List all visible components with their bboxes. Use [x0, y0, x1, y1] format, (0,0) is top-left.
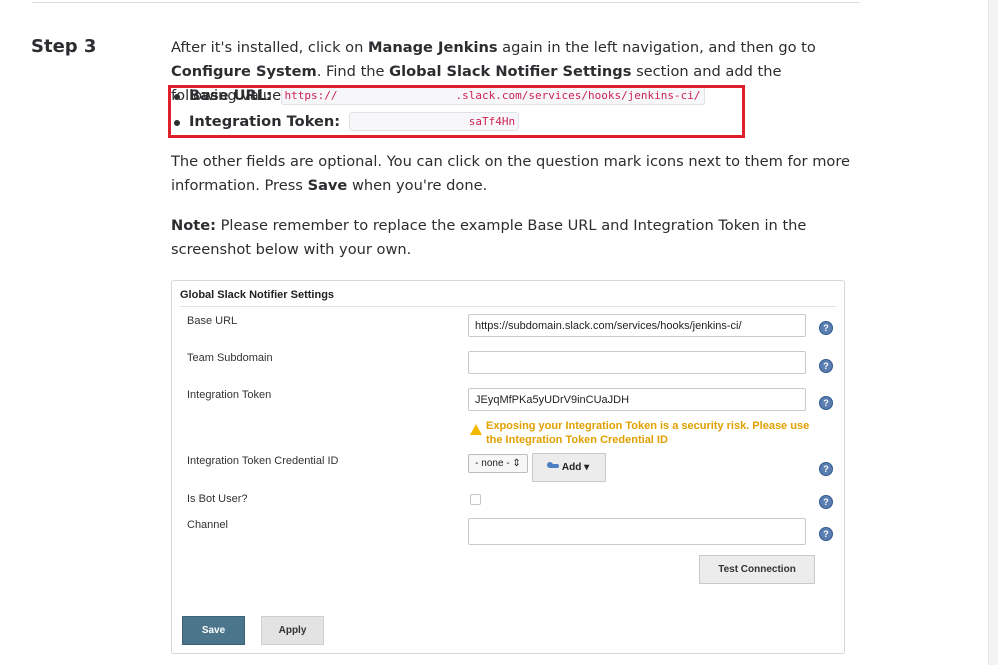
- save-label: Save: [307, 177, 348, 194]
- global-slack-settings-label: Global Slack Notifier Settings: [389, 63, 632, 80]
- note-label: Note:: [171, 217, 216, 234]
- bot-user-checkbox[interactable]: [470, 494, 481, 505]
- highlight-box: [168, 85, 745, 138]
- warning-text: Exposing your Integration Token is a sec…: [486, 420, 810, 446]
- configure-system-label: Configure System: [171, 63, 317, 80]
- channel-field-label: Channel: [187, 519, 228, 531]
- text-run: The other fields are optional. You can c…: [171, 153, 851, 194]
- bot-user-field-label: Is Bot User?: [187, 493, 248, 505]
- panel-title: Global Slack Notifier Settings: [180, 289, 335, 301]
- manage-jenkins-label: Manage Jenkins: [367, 39, 498, 56]
- help-icon[interactable]: ?: [819, 495, 833, 509]
- text-run: . Find the: [316, 63, 390, 80]
- step-label: Step 3: [31, 36, 97, 57]
- scrollbar[interactable]: [988, 0, 998, 665]
- base-url-field-label: Base URL: [187, 315, 238, 327]
- caret-down-icon: ▾: [584, 462, 590, 473]
- team-subdomain-input[interactable]: [468, 351, 806, 374]
- note-text: Please remember to replace the example B…: [171, 217, 807, 258]
- jenkins-settings-panel: Global Slack Notifier Settings Base URL …: [171, 280, 845, 654]
- save-button[interactable]: Save: [182, 616, 245, 645]
- text-run: when you're done.: [347, 177, 488, 194]
- top-divider: [32, 2, 860, 3]
- instruction-paragraph: After it's installed, click on Manage Je…: [171, 36, 851, 104]
- credential-id-field-label: Integration Token Credential ID: [187, 455, 339, 467]
- help-icon[interactable]: ?: [819, 359, 833, 373]
- add-credential-button[interactable]: Add ▾: [532, 453, 606, 482]
- add-button-label: Add: [561, 462, 582, 473]
- team-subdomain-field-label: Team Subdomain: [187, 352, 273, 364]
- panel-divider: [180, 306, 836, 307]
- integration-token-input[interactable]: JEyqMfPKa5yUDrV9inCUaJDH: [468, 388, 806, 411]
- credential-select[interactable]: - none - ⇕: [468, 454, 528, 473]
- warning-icon: [470, 424, 482, 435]
- channel-input[interactable]: [468, 518, 806, 545]
- apply-button[interactable]: Apply: [261, 616, 324, 645]
- test-connection-button[interactable]: Test Connection: [699, 555, 815, 584]
- optional-fields-paragraph: The other fields are optional. You can c…: [171, 150, 851, 198]
- help-icon[interactable]: ?: [819, 321, 833, 335]
- integration-token-field-label: Integration Token: [187, 389, 272, 401]
- credential-select-value: - none -: [475, 458, 510, 469]
- help-icon[interactable]: ?: [819, 462, 833, 476]
- select-arrows-icon: ⇕: [512, 458, 521, 469]
- key-icon: [546, 462, 559, 468]
- note-paragraph: Note: Please remember to replace the exa…: [171, 214, 851, 262]
- help-icon[interactable]: ?: [819, 527, 833, 541]
- text-run: After it's installed, click on: [171, 39, 368, 56]
- base-url-input[interactable]: https://subdomain.slack.com/services/hoo…: [468, 314, 806, 337]
- text-run: again in the left navigation, and then g…: [497, 39, 816, 56]
- help-icon[interactable]: ?: [819, 396, 833, 410]
- instructions: After it's installed, click on Manage Je…: [171, 36, 851, 262]
